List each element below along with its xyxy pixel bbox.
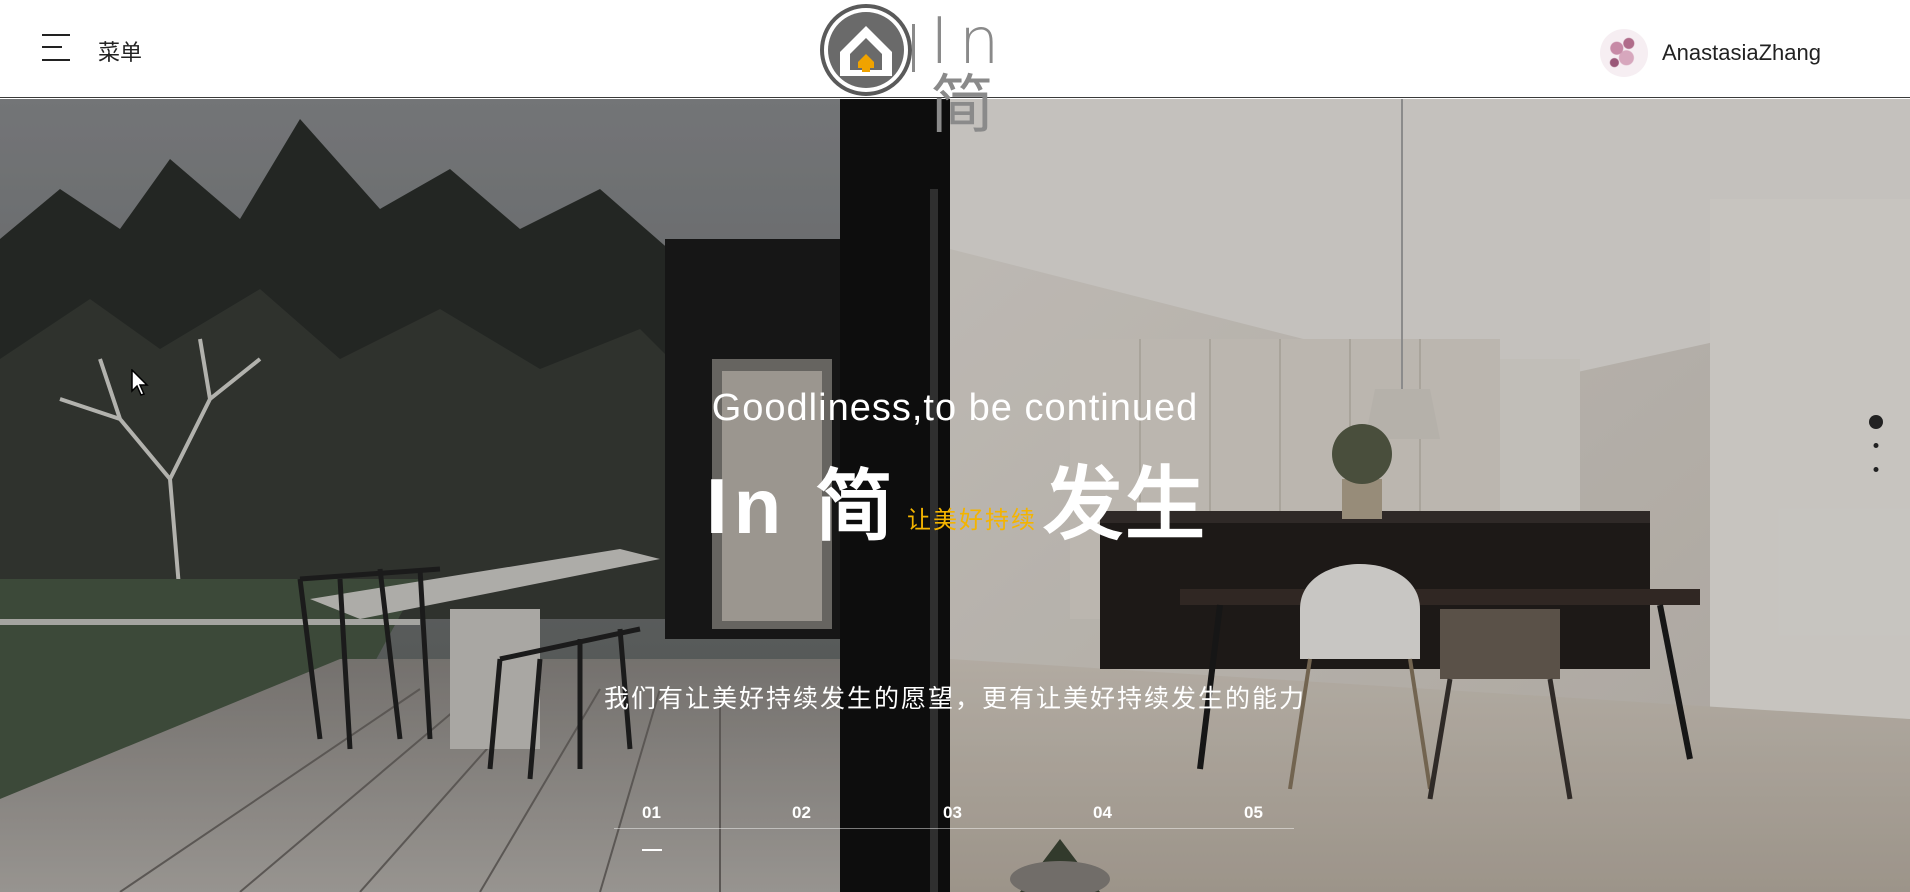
hero-title-brand: In 简 — [706, 462, 899, 550]
house-logo-icon — [820, 4, 912, 96]
side-dot-1[interactable] — [1869, 415, 1883, 429]
slide-tab-02[interactable]: 02 — [792, 803, 811, 823]
logo-text: In 简 — [930, 5, 1010, 143]
slide-tab-04[interactable]: 04 — [1093, 803, 1112, 823]
hero-title-slogan: 让美好持续 — [907, 507, 1037, 534]
hero-subtitle: 我们有让美好持续发生的愿望，更有让美好持续发生的能力 — [603, 685, 1306, 713]
top-header: 菜单 In 简 AnastasiaZhang — [0, 0, 1910, 138]
slide-active-indicator — [642, 849, 662, 851]
side-pagination — [1868, 415, 1884, 485]
slide-tab-01[interactable]: 01 — [642, 803, 661, 823]
logo-divider — [912, 24, 915, 72]
menu-label[interactable]: 菜单 — [98, 35, 142, 67]
avatar[interactable] — [1600, 29, 1648, 77]
hero-title: In 简 让美好持续 发生 — [706, 445, 1207, 550]
side-dot-2[interactable] — [1873, 443, 1879, 448]
site-logo[interactable]: In 简 — [818, 0, 1098, 138]
user-profile[interactable]: AnastasiaZhang — [1600, 28, 1821, 78]
slide-track-line — [614, 828, 1294, 829]
hero-content: Goodliness,to be continued In 简 让美好持续 发生… — [0, 99, 1910, 892]
user-name[interactable]: AnastasiaZhang — [1662, 40, 1821, 66]
slide-tab-05[interactable]: 05 — [1244, 803, 1263, 823]
mouse-pointer-icon — [131, 369, 149, 396]
hero-title-happen: 发生 — [1043, 460, 1207, 549]
hero-banner: Goodliness,to be continued In 简 让美好持续 发生… — [0, 99, 1910, 892]
hero-tagline: Goodliness,to be continued — [711, 387, 1199, 429]
side-dot-3[interactable] — [1873, 467, 1879, 472]
hamburger-menu-icon[interactable] — [42, 32, 70, 62]
slide-navigation: 01 02 03 04 05 — [614, 799, 1294, 859]
slide-tab-03[interactable]: 03 — [943, 803, 962, 823]
